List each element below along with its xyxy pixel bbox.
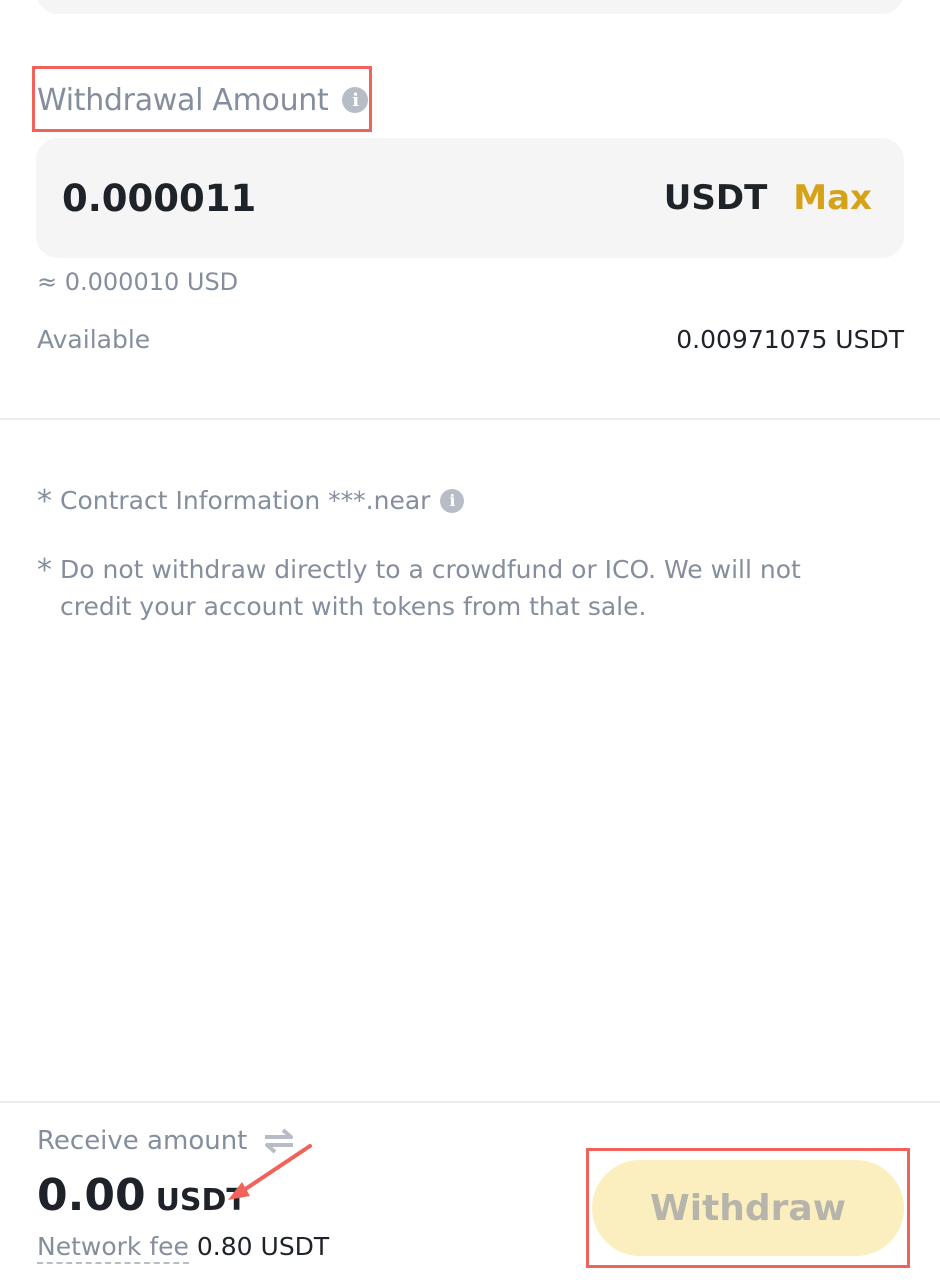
receive-amount-label: Receive amount — [37, 1126, 295, 1156]
withdrawal-amount-field[interactable]: USDT Max — [36, 138, 904, 258]
network-fee-value: 0.80 USDT — [196, 1232, 330, 1261]
note-marker: * — [37, 553, 52, 588]
available-label: Available — [37, 325, 151, 354]
amount-unit: USDT — [663, 178, 768, 218]
note-text: Do not withdraw directly to a crowdfund … — [60, 555, 801, 621]
swap-arrows-icon[interactable] — [263, 1127, 295, 1155]
available-row: Available 0.00971075 USDT — [37, 325, 904, 354]
section-divider — [0, 418, 940, 420]
withdrawal-amount-input[interactable] — [62, 176, 664, 220]
previous-input-field[interactable] — [36, 0, 904, 14]
withdrawal-amount-label-text: Withdrawal Amount — [37, 82, 329, 118]
notes-list: * Contract Information ***.near i * Do n… — [37, 482, 877, 654]
max-button[interactable]: Max — [793, 178, 872, 218]
note-ico-warning: * Do not withdraw directly to a crowdfun… — [37, 551, 877, 625]
info-icon[interactable]: i — [440, 488, 465, 513]
withdraw-button[interactable]: Withdraw — [592, 1160, 904, 1256]
note-text: Contract Information ***.near — [60, 486, 431, 515]
note-marker: * — [37, 484, 52, 519]
note-contract-info: * Contract Information ***.near i — [37, 482, 877, 522]
network-fee-row: Network fee 0.80 USDT — [37, 1232, 329, 1264]
available-value: 0.00971075 USDT — [676, 325, 904, 354]
receive-amount-value: 0.00 — [37, 1170, 146, 1221]
approx-usd-value: ≈ 0.000010 USD — [37, 268, 239, 296]
receive-amount-label-text: Receive amount — [37, 1126, 248, 1156]
withdrawal-amount-label: Withdrawal Amount i — [37, 80, 369, 120]
receive-amount-unit: USDT — [155, 1183, 247, 1218]
receive-amount: 0.00 USDT — [37, 1170, 247, 1221]
info-icon[interactable]: i — [342, 87, 369, 113]
network-fee-label[interactable]: Network fee — [37, 1232, 189, 1264]
